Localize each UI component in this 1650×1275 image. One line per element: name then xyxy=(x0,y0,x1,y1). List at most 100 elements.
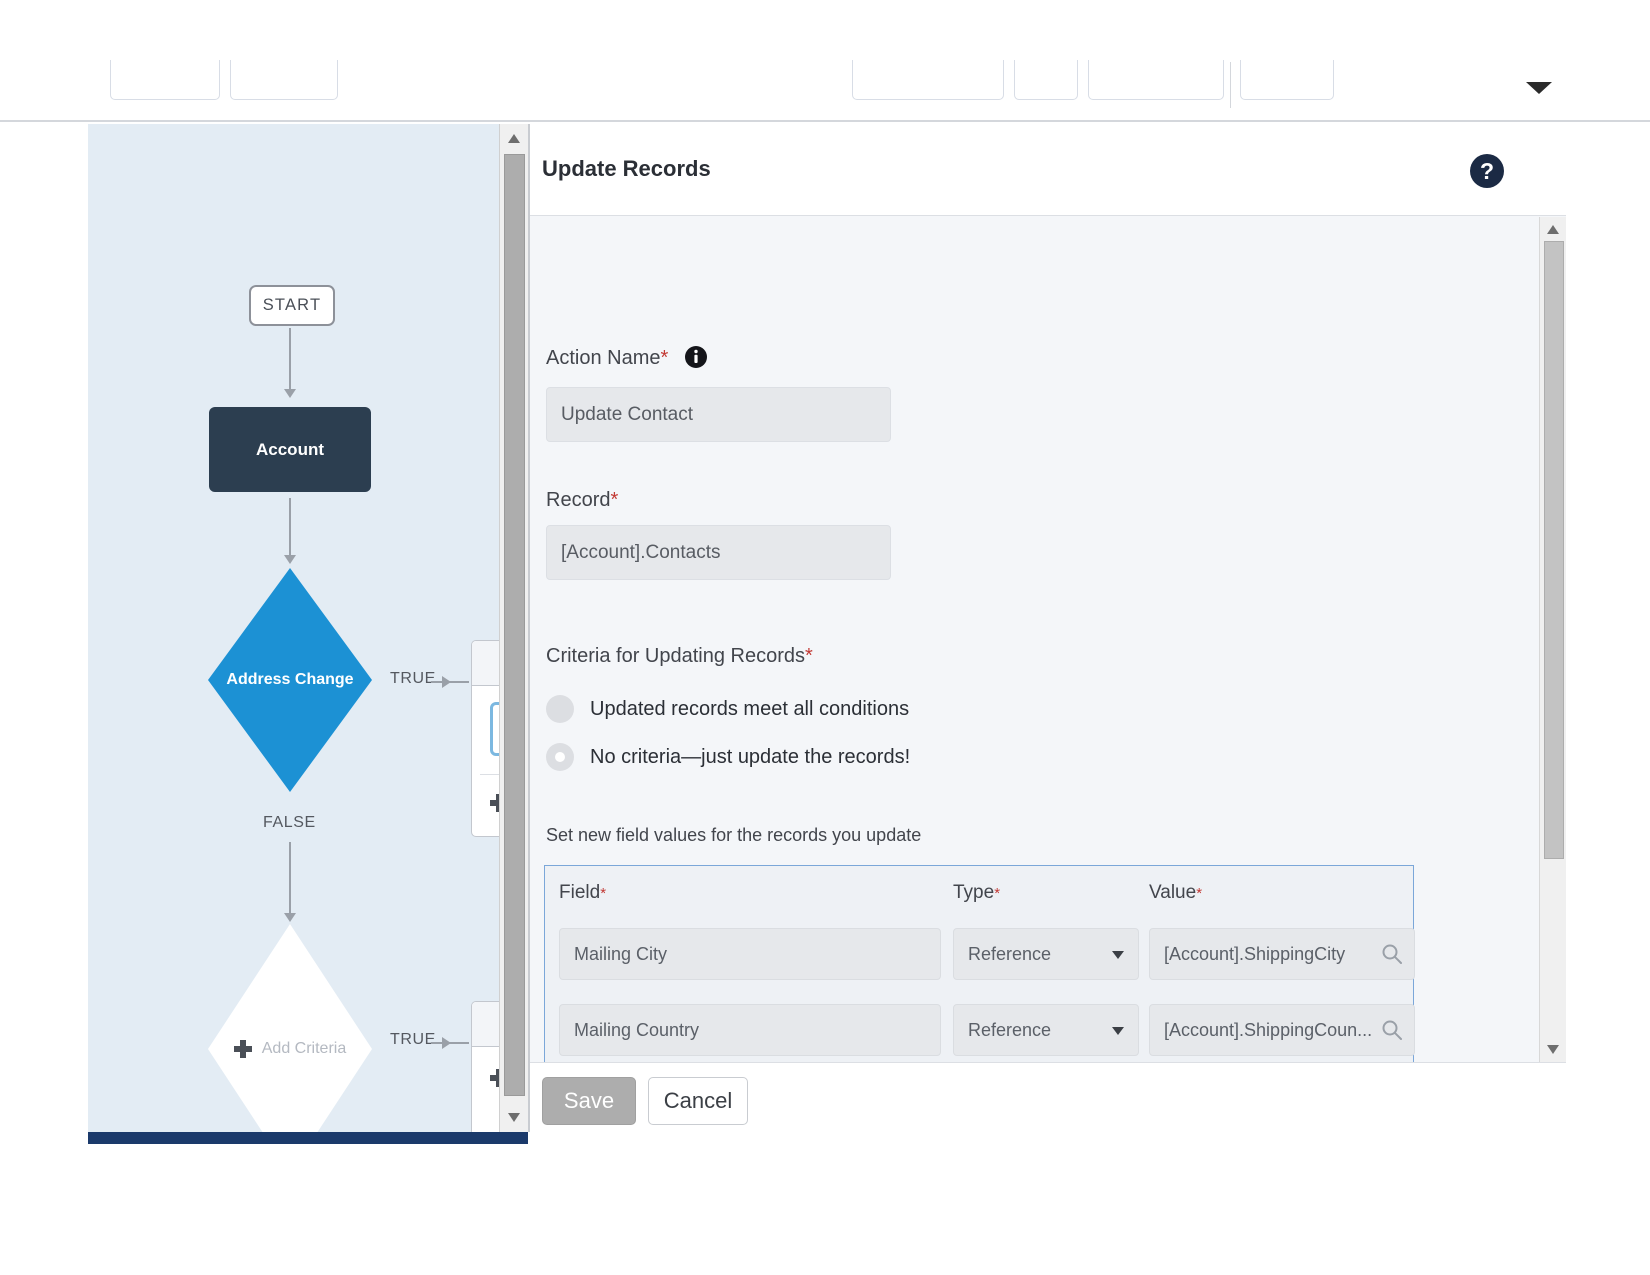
action-name-input[interactable]: Update Contact xyxy=(546,387,891,442)
node-criteria-address-change[interactable]: Address Change xyxy=(208,568,372,792)
diamond-shape-icon xyxy=(208,924,372,1132)
required-marker: * xyxy=(600,885,607,902)
branch-label-true: TRUE xyxy=(390,670,436,687)
panel-vertical-scrollbar[interactable] xyxy=(1539,217,1566,1062)
field-value-input[interactable]: [Account].ShippingCity xyxy=(1149,928,1415,980)
required-marker: * xyxy=(660,347,669,369)
action-name-value: Update Contact xyxy=(561,403,694,425)
action-name-label: Action Name* xyxy=(546,345,708,370)
radio-button[interactable] xyxy=(546,695,574,723)
branch-label-true: TRUE xyxy=(390,1031,436,1048)
caret-down-icon[interactable] xyxy=(1526,82,1552,94)
add-criteria-button[interactable]: Add Criteria xyxy=(233,1040,347,1058)
help-question-icon[interactable]: ? xyxy=(1468,152,1506,190)
field-name-input[interactable]: Mailing Country xyxy=(559,1004,941,1056)
field-name-input[interactable]: Mailing City xyxy=(559,928,941,980)
criteria-label: Criteria for Updating Records* xyxy=(546,645,813,668)
field-type-select[interactable]: Reference xyxy=(953,928,1139,980)
toolbar-button-2[interactable] xyxy=(230,60,338,100)
canvas-vertical-scrollbar[interactable] xyxy=(499,124,528,1132)
connector-false-branch-down xyxy=(289,842,291,914)
caret-down-icon[interactable] xyxy=(1112,951,1124,959)
record-label: Record* xyxy=(546,489,618,512)
action-name-label-text: Action Name xyxy=(546,347,661,369)
search-icon[interactable] xyxy=(1380,1018,1404,1042)
info-icon[interactable] xyxy=(684,345,708,369)
node-start[interactable]: START xyxy=(249,285,335,326)
field-value-text: [Account].ShippingCoun... xyxy=(1164,1019,1373,1040)
top-toolbar xyxy=(0,0,1650,122)
page-title: Update Records xyxy=(542,156,711,181)
panel-footer: Save Cancel xyxy=(530,1062,1566,1132)
connector-arrowhead xyxy=(442,1037,451,1049)
column-header-value: Value* xyxy=(1149,882,1202,904)
connector-arrowhead xyxy=(284,389,296,398)
canvas-bottom-bar[interactable] xyxy=(88,1132,528,1144)
svg-text:?: ? xyxy=(1480,158,1494,184)
scrollbar-thumb[interactable] xyxy=(1544,241,1564,859)
search-icon[interactable] xyxy=(1380,942,1404,966)
field-value-text: [Account].ShippingCity xyxy=(1164,943,1346,964)
criteria-option-all-conditions[interactable]: Updated records meet all conditions xyxy=(546,695,909,723)
node-criteria-label: Add Criteria xyxy=(261,1040,347,1057)
toolbar-button-6[interactable] xyxy=(1240,60,1334,100)
scroll-up-arrow-icon[interactable] xyxy=(1547,225,1559,234)
scrollbar-thumb[interactable] xyxy=(504,154,525,1096)
column-header-field: Field* xyxy=(559,882,606,904)
column-header-value-text: Value xyxy=(1149,882,1197,903)
node-account-label: Account xyxy=(256,439,324,459)
field-type-value: Reference xyxy=(968,1019,1052,1040)
node-criteria-add-criteria[interactable]: Add Criteria xyxy=(208,924,372,1132)
toolbar-bottom-rule xyxy=(0,120,1650,122)
criteria-option-label: No criteria—just update the records! xyxy=(590,745,911,768)
radio-button-selected[interactable] xyxy=(546,743,574,771)
connector-arrowhead xyxy=(284,555,296,564)
required-marker: * xyxy=(1196,885,1203,902)
column-header-type-text: Type xyxy=(953,882,995,903)
toolbar-separator xyxy=(1230,62,1231,108)
column-header-field-text: Field xyxy=(559,882,601,903)
flow-canvas[interactable]: START Account Address Change TRUE FALSE … xyxy=(88,124,529,1132)
caret-down-icon[interactable] xyxy=(1112,1027,1124,1035)
app-root: START Account Address Change TRUE FALSE … xyxy=(0,0,1650,1275)
field-type-value: Reference xyxy=(968,943,1052,964)
table-row: Mailing City Reference [Account].Shippin… xyxy=(559,928,1415,980)
criteria-option-label: Updated records meet all conditions xyxy=(590,697,910,720)
toolbar-button-4[interactable] xyxy=(1014,60,1078,100)
connector-account-to-criteria xyxy=(289,498,291,556)
node-criteria-label: Address Change xyxy=(226,671,354,688)
node-account[interactable]: Account xyxy=(209,407,371,492)
field-value-input[interactable]: [Account].ShippingCoun... xyxy=(1149,1004,1415,1056)
record-input[interactable]: [Account].Contacts xyxy=(546,525,891,580)
column-header-type: Type* xyxy=(953,882,1000,904)
field-name-value: Mailing Country xyxy=(574,1019,700,1040)
criteria-option-no-criteria[interactable]: No criteria—just update the records! xyxy=(546,743,910,771)
field-name-value: Mailing City xyxy=(574,943,668,964)
scroll-up-arrow-icon[interactable] xyxy=(508,134,520,143)
connector-arrowhead xyxy=(284,913,296,922)
table-row: Mailing Country Reference [Account].Ship… xyxy=(559,1004,1415,1056)
scroll-down-arrow-icon[interactable] xyxy=(1547,1045,1559,1054)
toolbar-button-5[interactable] xyxy=(1088,60,1224,100)
scroll-down-arrow-icon[interactable] xyxy=(508,1113,520,1122)
toolbar-button-1[interactable] xyxy=(110,60,220,100)
node-start-label: START xyxy=(262,296,322,314)
record-value: [Account].Contacts xyxy=(561,541,721,563)
set-field-values-note: Set new field values for the records you… xyxy=(546,825,922,845)
field-values-table: Field* Type* Value* Mailing City Referen… xyxy=(544,865,1415,1062)
panel-body: Action Name* Update Contact Record* [Acc… xyxy=(530,217,1566,1062)
update-records-panel: Update Records ? Action Name* Update Con… xyxy=(529,124,1566,1132)
record-label-text: Record xyxy=(546,489,611,511)
required-marker: * xyxy=(994,885,1001,902)
field-type-select[interactable]: Reference xyxy=(953,1004,1139,1056)
toolbar-button-3[interactable] xyxy=(852,60,1004,100)
save-button[interactable]: Save xyxy=(542,1077,636,1125)
branch-label-false: FALSE xyxy=(263,814,316,831)
panel-header: Update Records ? xyxy=(530,124,1566,216)
plus-icon xyxy=(233,1040,252,1058)
required-marker: * xyxy=(805,645,813,667)
criteria-label-text: Criteria for Updating Records xyxy=(546,645,805,667)
required-marker: * xyxy=(610,489,619,511)
cancel-button[interactable]: Cancel xyxy=(648,1077,748,1125)
connector-start-to-account xyxy=(289,328,291,390)
